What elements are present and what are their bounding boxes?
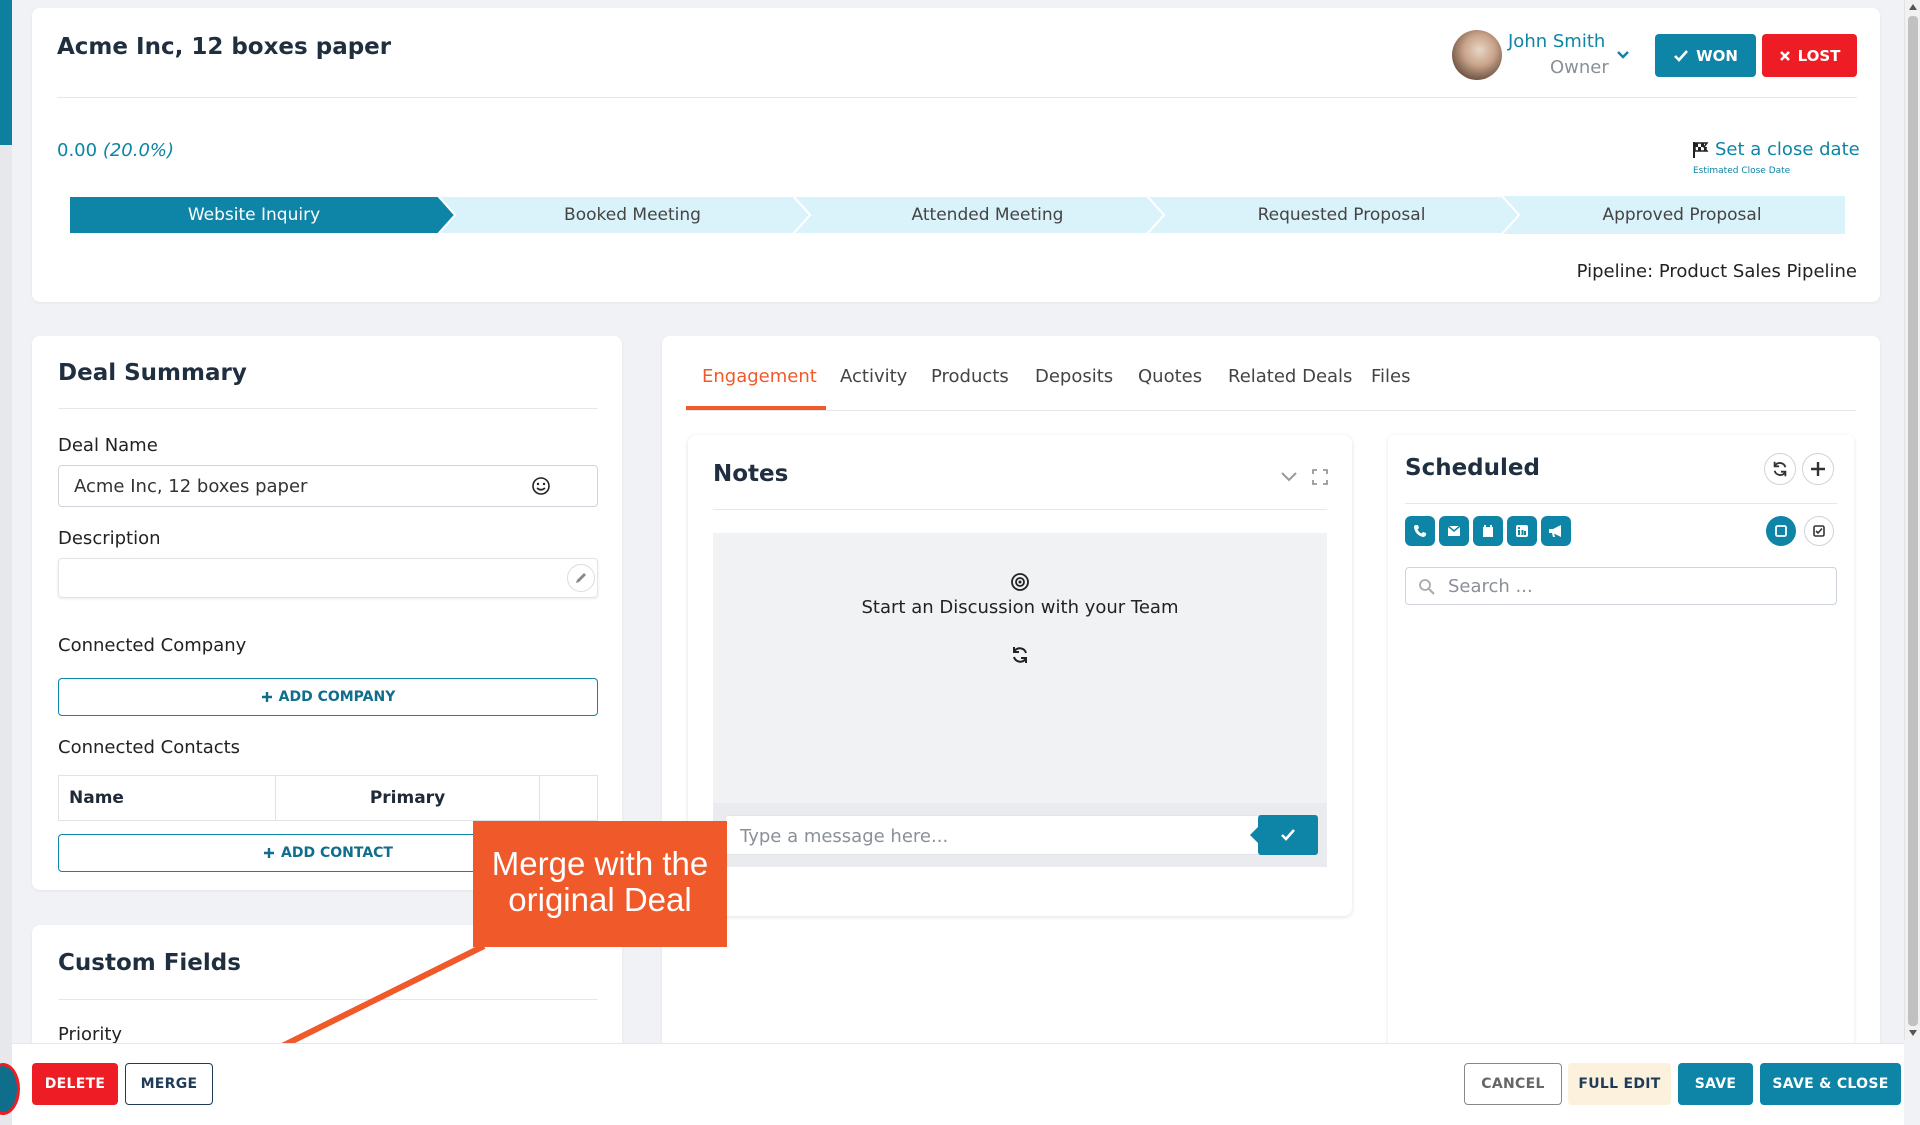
summary-divider (58, 408, 598, 409)
message-bar: Type a message here... (713, 803, 1327, 867)
callout-line-2: original Deal (508, 881, 692, 918)
scheduled-search-input[interactable]: Search ... (1405, 567, 1837, 605)
scheduled-divider (1405, 503, 1837, 504)
tab-related-deals[interactable]: Related Deals (1228, 366, 1352, 387)
deal-name-value[interactable]: Acme Inc, 12 boxes paper (74, 476, 307, 497)
scrollbar-thumb[interactable] (1908, 16, 1918, 1026)
send-icon (1280, 828, 1296, 842)
connected-company-label: Connected Company (58, 635, 247, 656)
stage-requested-proposal[interactable]: Requested Proposal (1164, 196, 1519, 234)
message-input[interactable]: Type a message here... (725, 815, 1265, 855)
delete-button[interactable]: DELETE (32, 1063, 118, 1105)
add-company-label: ADD COMPANY (278, 689, 396, 705)
scheduled-refresh-icon[interactable] (1764, 453, 1796, 485)
description-field[interactable] (58, 558, 598, 598)
tab-quotes[interactable]: Quotes (1138, 366, 1202, 387)
full-edit-button[interactable]: FULL EDIT (1568, 1063, 1671, 1105)
description-label: Description (58, 528, 161, 549)
pipeline-name: Pipeline: Product Sales Pipeline (1576, 261, 1857, 282)
plus-icon (263, 847, 275, 859)
stage-booked-meeting[interactable]: Booked Meeting (455, 196, 810, 234)
calendar-icon[interactable] (1473, 516, 1503, 546)
mail-icon[interactable] (1439, 516, 1469, 546)
deal-header-card: Acme Inc, 12 boxes paper John Smith Owne… (32, 8, 1880, 302)
merge-button[interactable]: MERGE (125, 1063, 213, 1105)
connected-contacts-label: Connected Contacts (58, 737, 241, 758)
scheduled-heading: Scheduled (1405, 455, 1540, 481)
notes-empty-text: Start an Discussion with your Team (861, 597, 1179, 618)
deal-name-field[interactable]: Acme Inc, 12 boxes paper (58, 465, 598, 507)
pencil-icon[interactable] (567, 564, 595, 592)
stage-attended-meeting[interactable]: Attended Meeting (810, 196, 1165, 234)
search-placeholder[interactable]: Search ... (1448, 576, 1533, 597)
megaphone-icon[interactable] (1541, 516, 1571, 546)
add-contact-label: ADD CONTACT (281, 845, 393, 861)
tab-products[interactable]: Products (931, 366, 1009, 387)
notes-collapse-chevron-down-icon[interactable] (1280, 471, 1298, 483)
merge-callout: Merge with the original Deal (473, 821, 727, 947)
scroll-up-icon[interactable] (1909, 4, 1917, 10)
left-sidebar-edge (0, 0, 12, 1125)
phone-icon[interactable] (1405, 516, 1435, 546)
notes-discussion-area: Start an Discussion with your Team (713, 533, 1327, 803)
send-button-notch (1250, 827, 1258, 843)
checkbox-toggle-icon[interactable] (1804, 516, 1834, 546)
notes-panel: Notes Start an Discussion with your Team… (688, 435, 1352, 916)
scheduled-panel: Scheduled Search ... (1388, 435, 1854, 1065)
contacts-col-name: Name (59, 776, 276, 820)
stage-approved-proposal[interactable]: Approved Proposal (1519, 196, 1845, 234)
custom-fields-heading: Custom Fields (58, 950, 241, 976)
send-button[interactable] (1250, 815, 1318, 855)
plus-icon (261, 691, 273, 703)
add-company-button[interactable]: ADD COMPANY (58, 678, 598, 716)
scheduled-plus-icon[interactable] (1802, 453, 1834, 485)
tab-engagement[interactable]: Engagement (702, 366, 817, 387)
tab-files[interactable]: Files (1371, 366, 1411, 387)
target-icon (1010, 572, 1030, 592)
scroll-down-icon[interactable] (1909, 1030, 1917, 1036)
cancel-button[interactable]: CANCEL (1464, 1063, 1562, 1105)
active-tab-underline (686, 406, 826, 410)
notes-expand-icon[interactable] (1312, 469, 1328, 485)
notes-refresh-icon[interactable] (1010, 645, 1030, 665)
tab-activity[interactable]: Activity (840, 366, 907, 387)
smiley-icon[interactable] (531, 476, 551, 496)
deal-summary-heading: Deal Summary (58, 360, 247, 386)
square-toggle-icon[interactable] (1766, 516, 1796, 546)
save-button[interactable]: SAVE (1678, 1063, 1753, 1105)
linkedin-icon[interactable] (1507, 516, 1537, 546)
save-close-button[interactable]: SAVE & CLOSE (1760, 1063, 1901, 1105)
search-icon (1418, 578, 1436, 596)
deal-name-label: Deal Name (58, 435, 158, 456)
custom-fields-divider (58, 999, 598, 1000)
right-scrollbar[interactable] (1904, 0, 1920, 1040)
sidebar-teal-tab[interactable] (0, 0, 12, 145)
stage-website-inquiry[interactable]: Website Inquiry (69, 196, 439, 234)
contacts-table: Name Primary (58, 775, 598, 821)
notes-divider (713, 509, 1327, 510)
contacts-col-primary: Primary (276, 776, 540, 820)
message-placeholder[interactable]: Type a message here... (740, 826, 948, 847)
deal-summary-card: Deal Summary Deal Name Acme Inc, 12 boxe… (32, 336, 622, 890)
contacts-col-actions (540, 776, 597, 820)
tab-deposits[interactable]: Deposits (1035, 366, 1113, 387)
priority-label: Priority (58, 1024, 123, 1045)
stage-bar-shapes (68, 195, 1845, 235)
callout-line-1: Merge with the (491, 845, 709, 882)
notes-heading: Notes (713, 461, 789, 487)
